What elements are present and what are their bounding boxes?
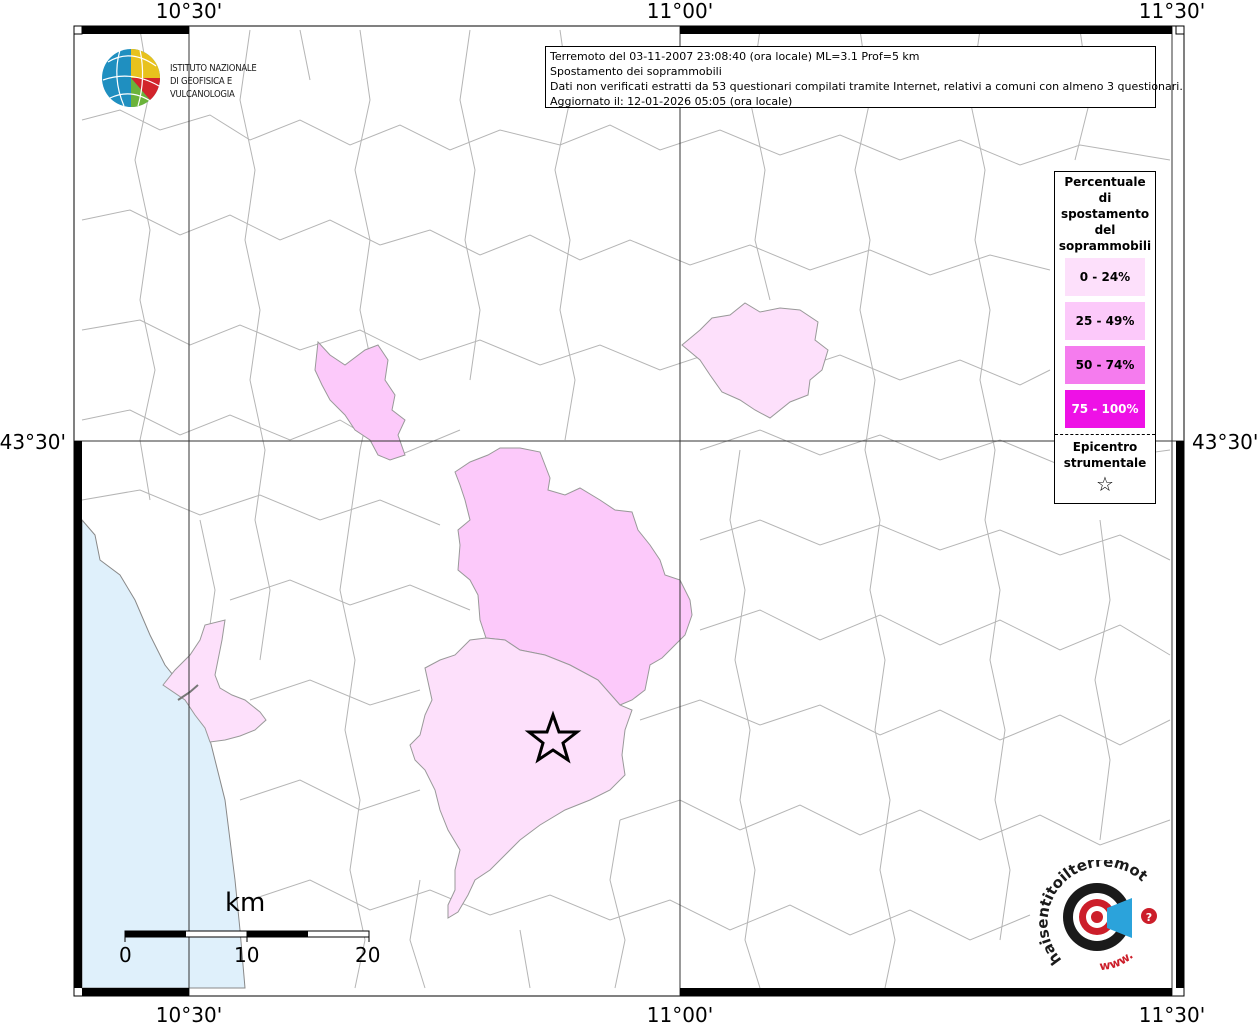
lon-label-bottom-1100: 11°00' — [647, 1003, 713, 1024]
legend-item-label: 75 - 100% — [1071, 402, 1139, 416]
scale-tick-20: 20 — [355, 943, 381, 967]
legend-item-label: 50 - 74% — [1075, 358, 1135, 372]
hsl-www-text: www. — [1099, 948, 1136, 973]
legend-item-0-24: 0 - 24% — [1065, 258, 1145, 296]
lon-label-top-1100: 11°00' — [647, 0, 713, 23]
info-line-1: Terremoto del 03-11-2007 23:08:40 (ora l… — [550, 50, 920, 63]
legend-item-label: 0 - 24% — [1079, 270, 1131, 284]
legend-item-25-49: 25 - 49% — [1065, 302, 1145, 340]
svg-text:haisentitoilterremoto.it: haisentitoilterremoto.it — [1034, 860, 1151, 969]
logo-line-1: ISTITUTO NAZIONALE — [170, 63, 257, 74]
lat-label-left: 43°30' — [0, 430, 66, 454]
legend-title-line: di — [1098, 191, 1112, 205]
legend-epicenter-line-1: Epicentro — [1072, 440, 1138, 454]
lon-label-bottom-1130: 11°30' — [1139, 1003, 1205, 1024]
legend-item-75-100: 75 - 100% — [1065, 390, 1145, 428]
lat-label-right: 43°30' — [1192, 430, 1257, 454]
legend-star-icon: ☆ — [1096, 472, 1114, 496]
scale-tick-10: 10 — [234, 943, 260, 967]
legend-title-line: Percentuale — [1064, 175, 1146, 189]
lon-label-top-1030: 10°30' — [156, 0, 222, 23]
legend-epicenter-line-2: strumentale — [1063, 456, 1147, 470]
info-line-4: Aggiornato il: 12-01-2026 05:05 (ora loc… — [550, 95, 793, 108]
svg-text:www.: www. — [1099, 948, 1136, 973]
ingv-logo: ISTITUTO NAZIONALE DI GEOFISICA E VULCAN… — [100, 48, 310, 110]
legend-title-line: del — [1094, 223, 1116, 237]
legend-item-label: 25 - 49% — [1075, 314, 1135, 328]
lon-label-bottom-1030: 10°30' — [156, 1003, 222, 1024]
legend-title-line: spostamento — [1060, 207, 1150, 221]
legend-title: Percentuale di spostamento del soprammob… — [1055, 172, 1155, 254]
info-line-3: Dati non verificati estratti da 53 quest… — [550, 80, 1183, 93]
hsl-site-text: haisentitoilterremoto.it — [1034, 860, 1151, 969]
earthquake-info-box: Terremoto del 03-11-2007 23:08:40 (ora l… — [545, 46, 1183, 108]
info-line-2: Spostamento dei soprammobili — [550, 65, 722, 78]
hsl-watermark: haisentitoilterremoto.it www. — [1034, 860, 1151, 973]
lon-label-top-1130: 11°30' — [1139, 0, 1205, 23]
legend: Percentuale di spostamento del soprammob… — [1054, 171, 1156, 504]
legend-epicenter-label: Epicentro strumentale — [1055, 435, 1155, 471]
logo-line-2: DI GEOFISICA E VULCANOLOGIA — [170, 76, 235, 100]
legend-item-50-74: 50 - 74% — [1065, 346, 1145, 384]
legend-title-line: soprammobili — [1058, 239, 1152, 253]
scale-tick-0: 0 — [119, 943, 132, 967]
scale-unit: km — [225, 888, 266, 918]
